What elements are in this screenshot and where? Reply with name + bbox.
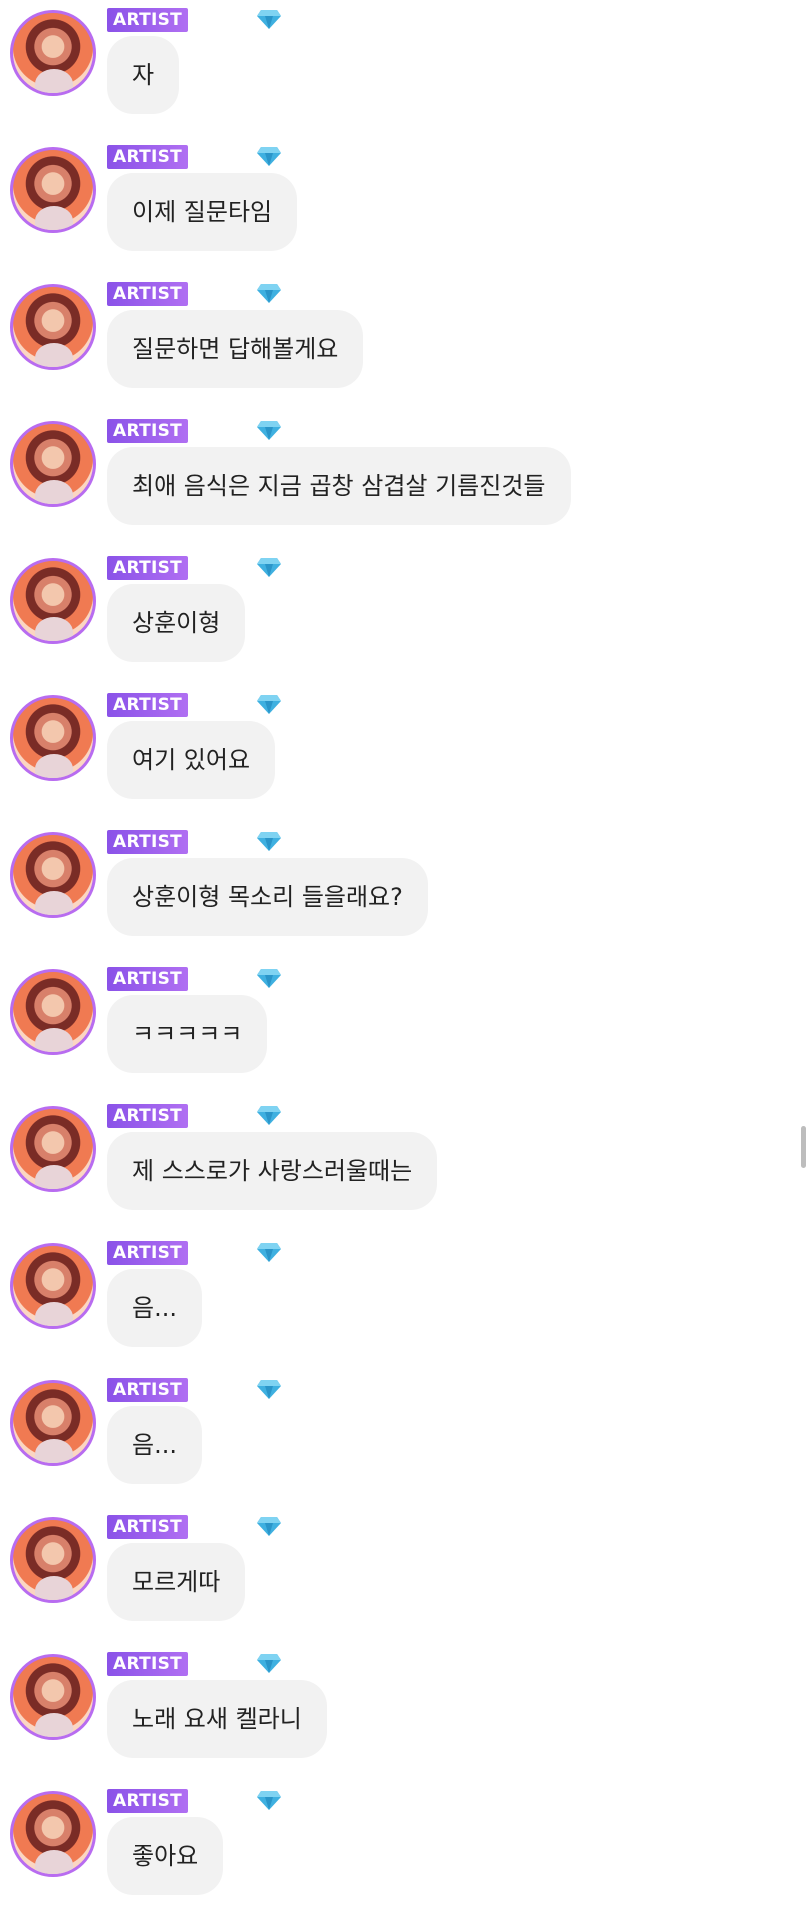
artist-badge: ARTIST — [107, 830, 189, 854]
artist-badge: ARTIST — [107, 1241, 189, 1265]
chat-message: ARTIST 상훈이형 — [0, 548, 810, 685]
artist-avatar[interactable] — [10, 1517, 96, 1603]
artist-avatar[interactable] — [10, 147, 96, 233]
artist-badge: ARTIST — [107, 967, 189, 991]
diamond-icon — [256, 145, 282, 167]
artist-badge: ARTIST — [107, 282, 189, 306]
message-bubble[interactable]: 이제 질문타임 — [107, 173, 298, 251]
message-bubble[interactable]: 최애 음식은 지금 곱창 삼겹살 기름진것들 — [107, 447, 571, 525]
artist-avatar[interactable] — [10, 1380, 96, 1466]
message-bubble[interactable]: 음... — [107, 1269, 202, 1347]
artist-badge: ARTIST — [107, 8, 189, 32]
artist-avatar[interactable] — [10, 1243, 96, 1329]
artist-badge: ARTIST — [107, 1789, 189, 1813]
artist-avatar[interactable] — [10, 558, 96, 644]
artist-avatar[interactable] — [10, 421, 96, 507]
artist-avatar[interactable] — [10, 695, 96, 781]
message-bubble[interactable]: 노래 요새 켈라니 — [107, 1680, 327, 1758]
message-bubble[interactable]: ㅋㅋㅋㅋㅋ — [107, 995, 268, 1073]
artist-avatar[interactable] — [10, 1791, 96, 1877]
message-bubble[interactable]: 여기 있어요 — [107, 721, 276, 799]
scrollbar[interactable] — [801, 1126, 806, 1168]
chat-list[interactable]: ARTIST 자 ARTIST 이제 질문타임 ARTIST 질문하면 답해볼게요 ARTI… — [0, 0, 810, 1912]
artist-badge: ARTIST — [107, 419, 189, 443]
artist-badge: ARTIST — [107, 145, 189, 169]
diamond-icon — [256, 830, 282, 852]
chat-message: ARTIST 노래 요새 켈라니 — [0, 1644, 810, 1781]
chat-message: ARTIST 음... — [0, 1370, 810, 1507]
message-bubble[interactable]: 자 — [107, 36, 180, 114]
chat-message: ARTIST 상훈이형 목소리 들을래요? — [0, 822, 810, 959]
chat-message: ARTIST ㅋㅋㅋㅋㅋ — [0, 959, 810, 1096]
artist-badge: ARTIST — [107, 1378, 189, 1402]
artist-badge: ARTIST — [107, 693, 189, 717]
diamond-icon — [256, 8, 282, 30]
artist-badge: ARTIST — [107, 556, 189, 580]
message-bubble[interactable]: 질문하면 답해볼게요 — [107, 310, 364, 388]
chat-message: ARTIST 이제 질문타임 — [0, 137, 810, 274]
message-bubble[interactable]: 상훈이형 목소리 들을래요? — [107, 858, 428, 936]
chat-message: ARTIST 자 — [0, 0, 810, 137]
message-bubble[interactable]: 음... — [107, 1406, 202, 1484]
message-bubble[interactable]: 상훈이형 — [107, 584, 246, 662]
artist-avatar[interactable] — [10, 832, 96, 918]
chat-message: ARTIST 음... — [0, 1233, 810, 1370]
message-bubble[interactable]: 모르게따 — [107, 1543, 246, 1621]
diamond-icon — [256, 967, 282, 989]
chat-message: ARTIST 좋아요 — [0, 1781, 810, 1918]
chat-message: ARTIST 모르게따 — [0, 1507, 810, 1644]
chat-message: ARTIST 여기 있어요 — [0, 685, 810, 822]
diamond-icon — [256, 1378, 282, 1400]
chat-message: ARTIST 질문하면 답해볼게요 — [0, 274, 810, 411]
diamond-icon — [256, 1652, 282, 1674]
artist-avatar[interactable] — [10, 969, 96, 1055]
artist-avatar[interactable] — [10, 1654, 96, 1740]
artist-badge: ARTIST — [107, 1515, 189, 1539]
diamond-icon — [256, 282, 282, 304]
artist-avatar[interactable] — [10, 284, 96, 370]
diamond-icon — [256, 1104, 282, 1126]
diamond-icon — [256, 556, 282, 578]
artist-badge: ARTIST — [107, 1652, 189, 1676]
diamond-icon — [256, 693, 282, 715]
diamond-icon — [256, 419, 282, 441]
message-bubble[interactable]: 좋아요 — [107, 1817, 224, 1895]
diamond-icon — [256, 1241, 282, 1263]
artist-avatar[interactable] — [10, 10, 96, 96]
diamond-icon — [256, 1789, 282, 1811]
message-bubble[interactable]: 제 스스로가 사랑스러울때는 — [107, 1132, 438, 1210]
chat-message: ARTIST 최애 음식은 지금 곱창 삼겹살 기름진것들 — [0, 411, 810, 548]
artist-badge: ARTIST — [107, 1104, 189, 1128]
artist-avatar[interactable] — [10, 1106, 96, 1192]
diamond-icon — [256, 1515, 282, 1537]
chat-message: ARTIST 제 스스로가 사랑스러울때는 — [0, 1096, 810, 1233]
